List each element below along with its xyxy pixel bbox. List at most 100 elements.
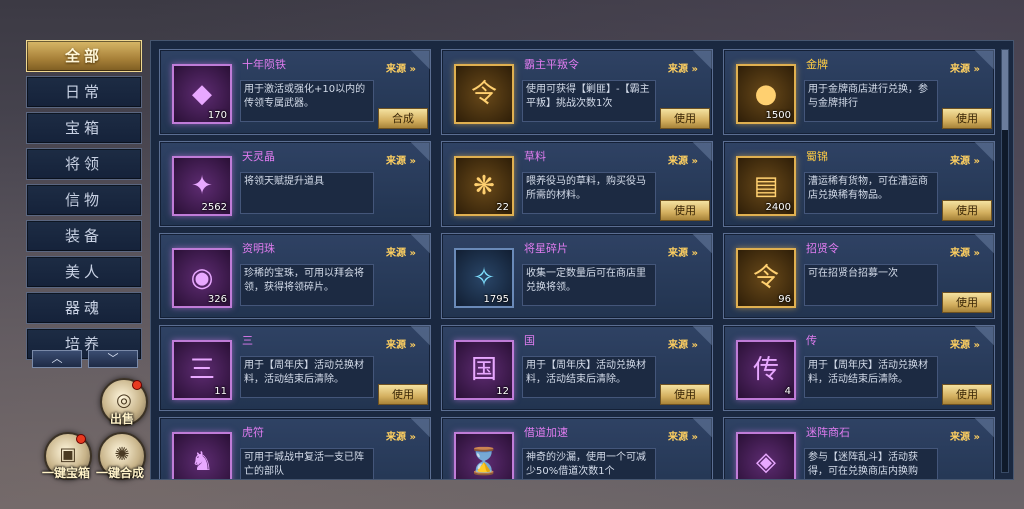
item-slot[interactable]: ✦ 2562 (172, 156, 232, 216)
item-slot[interactable]: 令 96 (736, 248, 796, 308)
tab-category[interactable]: 将领 (26, 148, 142, 180)
use-button[interactable]: 使用 (660, 108, 710, 129)
item-name: 传 (806, 334, 817, 347)
combine-swirl-icon: ✺ (114, 444, 130, 465)
source-link[interactable]: 来源 » (386, 244, 416, 259)
item-name: 金牌 (806, 58, 828, 71)
source-link[interactable]: 来源 » (950, 336, 980, 351)
item-card[interactable]: ▤ 2400 蜀锦 来源 » 漕运稀有货物，可在漕运商店兑换稀有物品。 使用 (723, 141, 995, 227)
tab-category[interactable]: 全部 (26, 40, 142, 72)
item-quantity: 22 (496, 202, 509, 213)
item-description: 将领天赋提升道具 (240, 172, 374, 214)
item-quantity: 1500 (765, 110, 791, 121)
tab-category[interactable]: 装备 (26, 220, 142, 252)
item-description: 用于【周年庆】活动兑换材料，活动结束后清除。 (804, 356, 938, 398)
combine-button[interactable]: 合成 (378, 108, 428, 129)
item-quantity: 326 (207, 294, 227, 305)
item-description: 漕运稀有货物，可在漕运商店兑换稀有物品。 (804, 172, 938, 214)
use-button[interactable]: 使用 (942, 292, 992, 313)
item-name: 迷阵商石 (806, 426, 850, 439)
item-card[interactable]: 国 12 国 来源 » 用于【周年庆】活动兑换材料，活动结束后清除。 使用 (441, 325, 713, 411)
item-card[interactable]: 三 11 三 来源 » 用于【周年庆】活动兑换材料，活动结束后清除。 使用 (159, 325, 431, 411)
item-card[interactable]: ♞ 虎符 来源 » 可用于城战中复活一支已阵亡的部队 (159, 417, 431, 479)
item-card[interactable]: ✦ 2562 天灵晶 来源 » 将领天赋提升道具 (159, 141, 431, 227)
tab-category[interactable]: 宝箱 (26, 112, 142, 144)
source-link[interactable]: 来源 » (386, 336, 416, 351)
use-button[interactable]: 使用 (942, 384, 992, 405)
use-button[interactable]: 使用 (378, 384, 428, 405)
item-card[interactable]: ◆ 170 十年陨铁 来源 » 用于激活或强化+10以内的传领专属武器。 合成 (159, 49, 431, 135)
source-link[interactable]: 来源 » (668, 336, 698, 351)
item-slot[interactable]: ⌛ (454, 432, 514, 479)
item-quantity: 12 (496, 386, 509, 397)
item-description: 喂养役马的草料，购买役马所需的材料。 (522, 172, 656, 214)
item-slot[interactable]: ✧ 1795 (454, 248, 514, 308)
item-card[interactable]: ❋ 22 草料 来源 » 喂养役马的草料，购买役马所需的材料。 使用 (441, 141, 713, 227)
item-description: 可用于城战中复活一支已阵亡的部队 (240, 448, 374, 479)
item-card[interactable]: 令 96 招贤令 来源 » 可在招贤台招募一次 使用 (723, 233, 995, 319)
item-name: 国 (524, 334, 535, 347)
one-key-box-label: 一键宝箱 (41, 466, 90, 480)
use-button[interactable]: 使用 (660, 200, 710, 221)
scroll-down-button[interactable]: ﹀ (88, 350, 138, 368)
category-sidebar: 全部 日常 宝箱 将领 信物 装备 美人 器魂 培养 (26, 40, 142, 364)
scroll-up-button[interactable]: ︿ (32, 350, 82, 368)
source-link[interactable]: 来源 » (950, 428, 980, 443)
source-link[interactable]: 来源 » (668, 60, 698, 75)
notification-dot (76, 434, 86, 444)
source-link[interactable]: 来源 » (668, 244, 698, 259)
item-card[interactable]: 传 4 传 来源 » 用于【周年庆】活动兑换材料，活动结束后清除。 使用 (723, 325, 995, 411)
use-button[interactable]: 使用 (942, 200, 992, 221)
item-slot[interactable]: ◉ 326 (172, 248, 232, 308)
tab-category[interactable]: 器魂 (26, 292, 142, 324)
item-name: 蜀锦 (806, 150, 828, 163)
item-card[interactable]: ◈ 迷阵商石 来源 » 参与【迷阵乱斗】活动获得，可在兑换商店内换购 (723, 417, 995, 479)
grid-scrollbar[interactable] (1001, 49, 1009, 473)
source-link[interactable]: 来源 » (668, 428, 698, 443)
item-card[interactable]: 令 霸主平叛令 来源 » 使用可获得【剿匪】-【霸主平叛】挑战次数1次 使用 (441, 49, 713, 135)
use-button[interactable]: 使用 (942, 108, 992, 129)
item-slot[interactable]: 传4 (736, 340, 796, 400)
one-key-combine-label: 一键合成 (95, 466, 144, 480)
item-name: 招贤令 (806, 242, 839, 255)
item-description: 用于【周年庆】活动兑换材料，活动结束后清除。 (522, 356, 656, 398)
category-scroll-arrows: ︿ ﹀ (30, 350, 138, 368)
item-slot[interactable]: ♞ (172, 432, 232, 479)
hourglass-icon: ⌛ (467, 447, 501, 477)
item-description: 用于金牌商店进行兑换，参与金牌排行 (804, 80, 938, 122)
tab-category[interactable]: 信物 (26, 184, 142, 216)
use-button[interactable]: 使用 (660, 384, 710, 405)
item-description: 收集一定数量后可在商店里兑换将领。 (522, 264, 656, 306)
item-card[interactable]: ● 1500 金牌 来源 » 用于金牌商店进行兑换，参与金牌排行 使用 (723, 49, 995, 135)
token-icon: 令 (470, 79, 497, 109)
source-link[interactable]: 来源 » (386, 152, 416, 167)
source-link[interactable]: 来源 » (950, 244, 980, 259)
item-slot[interactable]: ▤ 2400 (736, 156, 796, 216)
stone-icon: ◈ (756, 447, 776, 477)
source-link[interactable]: 来源 » (950, 60, 980, 75)
item-card[interactable]: ✧ 1795 将星碎片 来源 » 收集一定数量后可在商店里兑换将领。 (441, 233, 713, 319)
item-slot[interactable]: ❋ 22 (454, 156, 514, 216)
item-quantity: 170 (207, 110, 227, 121)
item-slot[interactable]: ● 1500 (736, 64, 796, 124)
item-grid-panel: ◆ 170 十年陨铁 来源 » 用于激活或强化+10以内的传领专属武器。 合成令霸主平叛令… (150, 40, 1014, 480)
item-name: 将星碎片 (524, 242, 568, 255)
scrollbar-thumb[interactable] (1002, 50, 1008, 130)
tab-category[interactable]: 美人 (26, 256, 142, 288)
source-link[interactable]: 来源 » (386, 60, 416, 75)
source-link[interactable]: 来源 » (950, 152, 980, 167)
item-card[interactable]: ◉ 326 资明珠 来源 » 珍稀的宝珠，可用以拜会将领，获得将领碎片。 (159, 233, 431, 319)
source-link[interactable]: 来源 » (668, 152, 698, 167)
item-quantity: 96 (778, 294, 791, 305)
item-card[interactable]: ⌛ 借道加速 来源 » 神奇的沙漏，使用一个可减少50%借道次数1个 (441, 417, 713, 479)
item-slot[interactable]: ◈ (736, 432, 796, 479)
item-slot[interactable]: ◆ 170 (172, 64, 232, 124)
item-slot[interactable]: 令 (454, 64, 514, 124)
item-name: 借道加速 (524, 426, 568, 439)
item-slot[interactable]: 三 11 (172, 340, 232, 400)
tab-category[interactable]: 日常 (26, 76, 142, 108)
item-slot[interactable]: 国 12 (454, 340, 514, 400)
item-quantity: 2562 (201, 202, 227, 213)
item-name: 三 (242, 334, 253, 347)
source-link[interactable]: 来源 » (386, 428, 416, 443)
